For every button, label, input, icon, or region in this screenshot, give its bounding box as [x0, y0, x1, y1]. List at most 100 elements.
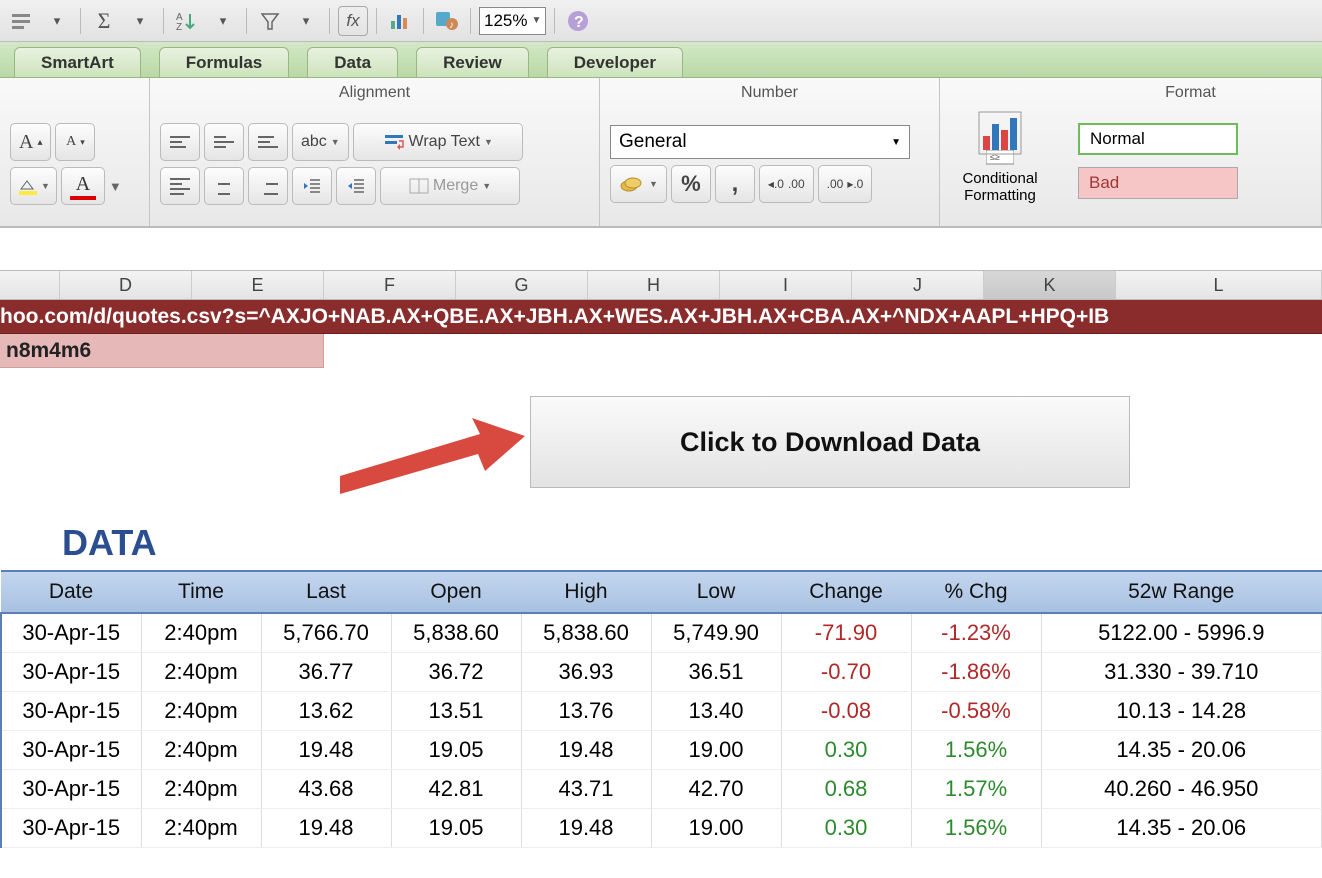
col-header[interactable]: I	[720, 271, 852, 299]
table-cell[interactable]: 13.62	[261, 692, 391, 731]
col-header[interactable]: L	[1116, 271, 1322, 299]
table-cell[interactable]: 36.72	[391, 653, 521, 692]
table-cell[interactable]: 36.93	[521, 653, 651, 692]
col-time[interactable]: Time	[141, 571, 261, 613]
table-cell[interactable]: 30-Apr-15	[1, 770, 141, 809]
font-color-button[interactable]: A	[61, 167, 105, 205]
download-data-button[interactable]: Click to Download Data	[530, 396, 1130, 488]
tab-data[interactable]: Data	[307, 47, 398, 77]
col-header[interactable]: F	[324, 271, 456, 299]
table-cell[interactable]: -0.58%	[911, 692, 1041, 731]
table-cell[interactable]: 30-Apr-15	[1, 692, 141, 731]
align-middle-button[interactable]	[204, 123, 244, 161]
table-cell[interactable]: 40.260 - 46.950	[1041, 770, 1322, 809]
table-cell[interactable]: 5,766.70	[261, 613, 391, 653]
orientation-button[interactable]: abc▼	[292, 123, 349, 161]
table-cell[interactable]: 2:40pm	[141, 653, 261, 692]
table-cell[interactable]: 30-Apr-15	[1, 653, 141, 692]
table-cell[interactable]: 19.48	[261, 809, 391, 848]
table-cell[interactable]: 13.51	[391, 692, 521, 731]
table-cell[interactable]: 1.56%	[911, 809, 1041, 848]
table-row[interactable]: 30-Apr-152:40pm36.7736.7236.9336.51-0.70…	[1, 653, 1322, 692]
table-cell[interactable]: 5,838.60	[391, 613, 521, 653]
table-cell[interactable]: -1.86%	[911, 653, 1041, 692]
table-row[interactable]: 30-Apr-152:40pm43.6842.8143.7142.700.681…	[1, 770, 1322, 809]
table-row[interactable]: 30-Apr-152:40pm13.6213.5113.7613.40-0.08…	[1, 692, 1322, 731]
table-row[interactable]: 30-Apr-152:40pm5,766.705,838.605,838.605…	[1, 613, 1322, 653]
sigma-icon[interactable]: Σ	[89, 6, 119, 36]
table-cell[interactable]: 42.70	[651, 770, 781, 809]
col-low[interactable]: Low	[651, 571, 781, 613]
increase-font-button[interactable]: A▴	[10, 123, 51, 161]
table-cell[interactable]: 19.00	[651, 809, 781, 848]
table-cell[interactable]: 0.30	[781, 731, 911, 770]
table-cell[interactable]: 14.35 - 20.06	[1041, 809, 1322, 848]
filter-icon[interactable]	[255, 6, 285, 36]
url-cell[interactable]: hoo.com/d/quotes.csv?s=^AXJO+NAB.AX+QBE.…	[0, 300, 1322, 334]
increase-decimal-button[interactable]: ◂.0.00	[759, 165, 814, 203]
table-cell[interactable]: 19.05	[391, 809, 521, 848]
tab-formulas[interactable]: Formulas	[159, 47, 290, 77]
table-cell[interactable]: 5122.00 - 5996.9	[1041, 613, 1322, 653]
table-cell[interactable]: 14.35 - 20.06	[1041, 731, 1322, 770]
dropdown-arrow-icon[interactable]: ▾	[125, 6, 155, 36]
table-cell[interactable]: -71.90	[781, 613, 911, 653]
percent-button[interactable]: %	[671, 165, 711, 203]
col-pct-chg[interactable]: % Chg	[911, 571, 1041, 613]
merge-button[interactable]: Merge▼	[380, 167, 520, 205]
dropdown-arrow-icon[interactable]: ▾	[42, 6, 72, 36]
sort-icon[interactable]: AZ	[172, 6, 202, 36]
table-cell[interactable]: 30-Apr-15	[1, 731, 141, 770]
increase-indent-button[interactable]	[336, 167, 376, 205]
col-header[interactable]: G	[456, 271, 588, 299]
table-cell[interactable]: 42.81	[391, 770, 521, 809]
table-cell[interactable]: 0.68	[781, 770, 911, 809]
table-cell[interactable]: 43.71	[521, 770, 651, 809]
tab-review[interactable]: Review	[416, 47, 529, 77]
table-cell[interactable]: 30-Apr-15	[1, 613, 141, 653]
col-header[interactable]: D	[60, 271, 192, 299]
col-change[interactable]: Change	[781, 571, 911, 613]
table-cell[interactable]: 31.330 - 39.710	[1041, 653, 1322, 692]
toolbar-icon[interactable]	[6, 6, 36, 36]
col-header-edge[interactable]	[0, 271, 60, 299]
table-cell[interactable]: 5,749.90	[651, 613, 781, 653]
table-cell[interactable]: 19.48	[521, 731, 651, 770]
table-cell[interactable]: 5,838.60	[521, 613, 651, 653]
table-cell[interactable]: 36.77	[261, 653, 391, 692]
table-cell[interactable]: 2:40pm	[141, 731, 261, 770]
conditional-formatting-button[interactable]: ≤≥ ConditionalFormatting	[950, 106, 1050, 208]
col-header[interactable]: E	[192, 271, 324, 299]
decrease-indent-button[interactable]	[292, 167, 332, 205]
number-format-select[interactable]: General ▼	[610, 125, 910, 159]
col-header[interactable]: J	[852, 271, 984, 299]
table-row[interactable]: 30-Apr-152:40pm19.4819.0519.4819.000.301…	[1, 809, 1322, 848]
fill-color-button[interactable]: ▼	[10, 167, 57, 205]
table-cell[interactable]: 2:40pm	[141, 692, 261, 731]
comma-button[interactable]: ,	[715, 165, 755, 203]
align-bottom-button[interactable]	[248, 123, 288, 161]
col-header[interactable]: H	[588, 271, 720, 299]
spreadsheet-grid[interactable]: hoo.com/d/quotes.csv?s=^AXJO+NAB.AX+QBE.…	[0, 300, 1322, 848]
col-header-selected[interactable]: K	[984, 271, 1116, 299]
table-cell[interactable]: 36.51	[651, 653, 781, 692]
table-cell[interactable]: 1.56%	[911, 731, 1041, 770]
table-cell[interactable]: -0.08	[781, 692, 911, 731]
tags-cell[interactable]: n8m4m6	[0, 334, 324, 368]
tab-developer[interactable]: Developer	[547, 47, 683, 77]
col-open[interactable]: Open	[391, 571, 521, 613]
align-center-button[interactable]	[204, 167, 244, 205]
dropdown-arrow-icon[interactable]: ▾	[208, 6, 238, 36]
table-cell[interactable]: 0.30	[781, 809, 911, 848]
table-cell[interactable]: 13.76	[521, 692, 651, 731]
chart-icon[interactable]	[385, 6, 415, 36]
decrease-decimal-button[interactable]: .00▸.0	[818, 165, 873, 203]
zoom-input[interactable]: 125% ▼	[479, 7, 546, 35]
currency-button[interactable]: ▼	[610, 165, 667, 203]
table-cell[interactable]: -0.70	[781, 653, 911, 692]
wrap-text-button[interactable]: Wrap Text▼	[353, 123, 523, 161]
table-cell[interactable]: 30-Apr-15	[1, 809, 141, 848]
table-cell[interactable]: 2:40pm	[141, 770, 261, 809]
cell-style-normal[interactable]: Normal	[1078, 123, 1238, 155]
col-52w-range[interactable]: 52w Range	[1041, 571, 1322, 613]
